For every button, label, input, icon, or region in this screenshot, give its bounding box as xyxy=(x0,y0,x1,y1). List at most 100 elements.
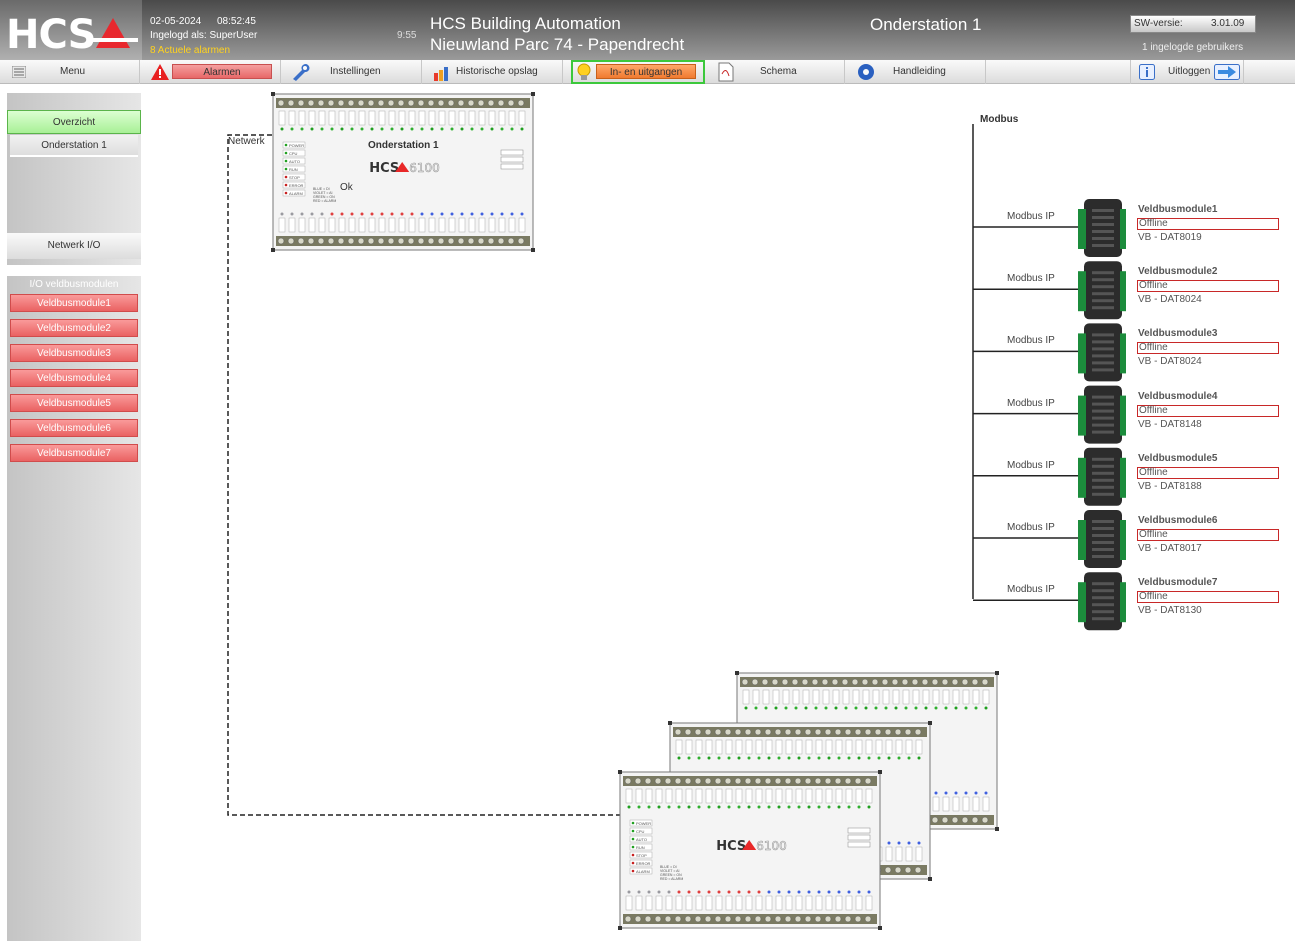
module-name-4[interactable]: Veldbusmodule4 xyxy=(1138,391,1217,402)
status-led xyxy=(380,127,384,131)
terminal-screw xyxy=(297,99,305,107)
module-name-7[interactable]: Veldbusmodule7 xyxy=(1138,577,1217,588)
status-led xyxy=(974,791,978,795)
terminal-screw xyxy=(854,777,862,785)
modbus-ip-label-1: Modbus IP xyxy=(1007,211,1055,222)
module-name-5[interactable]: Veldbusmodule5 xyxy=(1138,453,1217,464)
status-led xyxy=(954,791,958,795)
io-pin-label xyxy=(865,739,873,755)
device-terminal-right xyxy=(1120,271,1126,312)
status-led xyxy=(380,212,384,216)
status-led xyxy=(767,890,771,894)
io-pin-label xyxy=(815,739,823,755)
module-status-6: Offline xyxy=(1137,529,1279,541)
status-led xyxy=(867,805,871,809)
terminal-screw xyxy=(931,678,939,686)
status-led xyxy=(677,805,681,809)
terminal-screw xyxy=(884,728,892,736)
terminal-screw xyxy=(467,99,475,107)
io-pin-label xyxy=(508,110,516,126)
device-terminal-right xyxy=(1120,457,1126,498)
status-led xyxy=(400,212,404,216)
terminal-screw xyxy=(851,678,859,686)
io-pin-label xyxy=(765,739,773,755)
status-led xyxy=(420,212,424,216)
terminal-screw xyxy=(387,237,395,245)
relay-output-box xyxy=(500,156,524,163)
io-pin-label xyxy=(478,217,486,233)
terminal-screw xyxy=(774,777,782,785)
status-led xyxy=(914,706,918,710)
terminal-screw xyxy=(437,99,445,107)
terminal-screw xyxy=(417,237,425,245)
terminal-screw xyxy=(861,678,869,686)
status-led xyxy=(904,706,908,710)
selection-handle xyxy=(878,926,882,930)
terminal-screw xyxy=(754,777,762,785)
module-name-1[interactable]: Veldbusmodule1 xyxy=(1138,204,1217,215)
terminal-screw xyxy=(704,728,712,736)
terminal-screw xyxy=(864,915,872,923)
io-pin-label xyxy=(625,895,633,911)
status-led xyxy=(657,890,661,894)
status-led xyxy=(420,127,424,131)
status-led xyxy=(907,756,911,760)
status-led xyxy=(817,805,821,809)
io-pin-label xyxy=(765,895,773,911)
device-detail xyxy=(1092,354,1114,358)
terminal-screw xyxy=(814,728,822,736)
io-pin-label xyxy=(705,895,713,911)
io-pin-label xyxy=(378,110,386,126)
io-pin-label xyxy=(685,895,693,911)
io-pin-label xyxy=(458,110,466,126)
status-led xyxy=(897,756,901,760)
terminal-screw xyxy=(754,728,762,736)
io-pin-label xyxy=(865,895,873,911)
status-led xyxy=(814,706,818,710)
device-detail xyxy=(1092,361,1114,365)
device-detail xyxy=(1092,271,1114,275)
io-pin-label xyxy=(745,895,753,911)
status-led xyxy=(857,756,861,760)
status-led xyxy=(827,756,831,760)
status-led xyxy=(797,890,801,894)
terminal-screw xyxy=(784,777,792,785)
device-detail xyxy=(1092,485,1114,489)
io-pin-label xyxy=(328,110,336,126)
terminal-screw xyxy=(517,99,525,107)
status-led xyxy=(430,212,434,216)
terminal-screw xyxy=(417,99,425,107)
io-pin-label xyxy=(745,739,753,755)
io-pin-label xyxy=(448,217,456,233)
module-name-6[interactable]: Veldbusmodule6 xyxy=(1138,515,1217,526)
io-pin-label xyxy=(368,217,376,233)
status-led xyxy=(807,890,811,894)
status-led xyxy=(737,756,741,760)
io-pin-label xyxy=(932,796,940,812)
terminal-screw xyxy=(457,99,465,107)
status-led xyxy=(827,805,831,809)
status-led xyxy=(934,706,938,710)
io-pin-label xyxy=(785,739,793,755)
led-label-text: RUN xyxy=(636,845,645,850)
device-detail xyxy=(1092,457,1114,461)
io-pin-label xyxy=(348,217,356,233)
module-type-3: VB - DAT8024 xyxy=(1138,356,1202,368)
io-pin-label xyxy=(872,689,880,705)
terminal-screw xyxy=(287,99,295,107)
terminal-screw xyxy=(771,678,779,686)
terminal-screw xyxy=(854,728,862,736)
io-pin-label xyxy=(645,895,653,911)
terminal-screw xyxy=(844,777,852,785)
status-led xyxy=(637,890,641,894)
terminal-screw xyxy=(624,915,632,923)
modbus-ip-label-3: Modbus IP xyxy=(1007,335,1055,347)
terminal-screw xyxy=(297,237,305,245)
status-led xyxy=(677,890,681,894)
terminal-screw xyxy=(357,99,365,107)
terminal-screw xyxy=(971,816,979,824)
status-led xyxy=(887,841,891,845)
module-name-3[interactable]: Veldbusmodule3 xyxy=(1138,328,1217,339)
terminal-screw xyxy=(821,678,829,686)
module-name-2[interactable]: Veldbusmodule2 xyxy=(1138,266,1217,277)
